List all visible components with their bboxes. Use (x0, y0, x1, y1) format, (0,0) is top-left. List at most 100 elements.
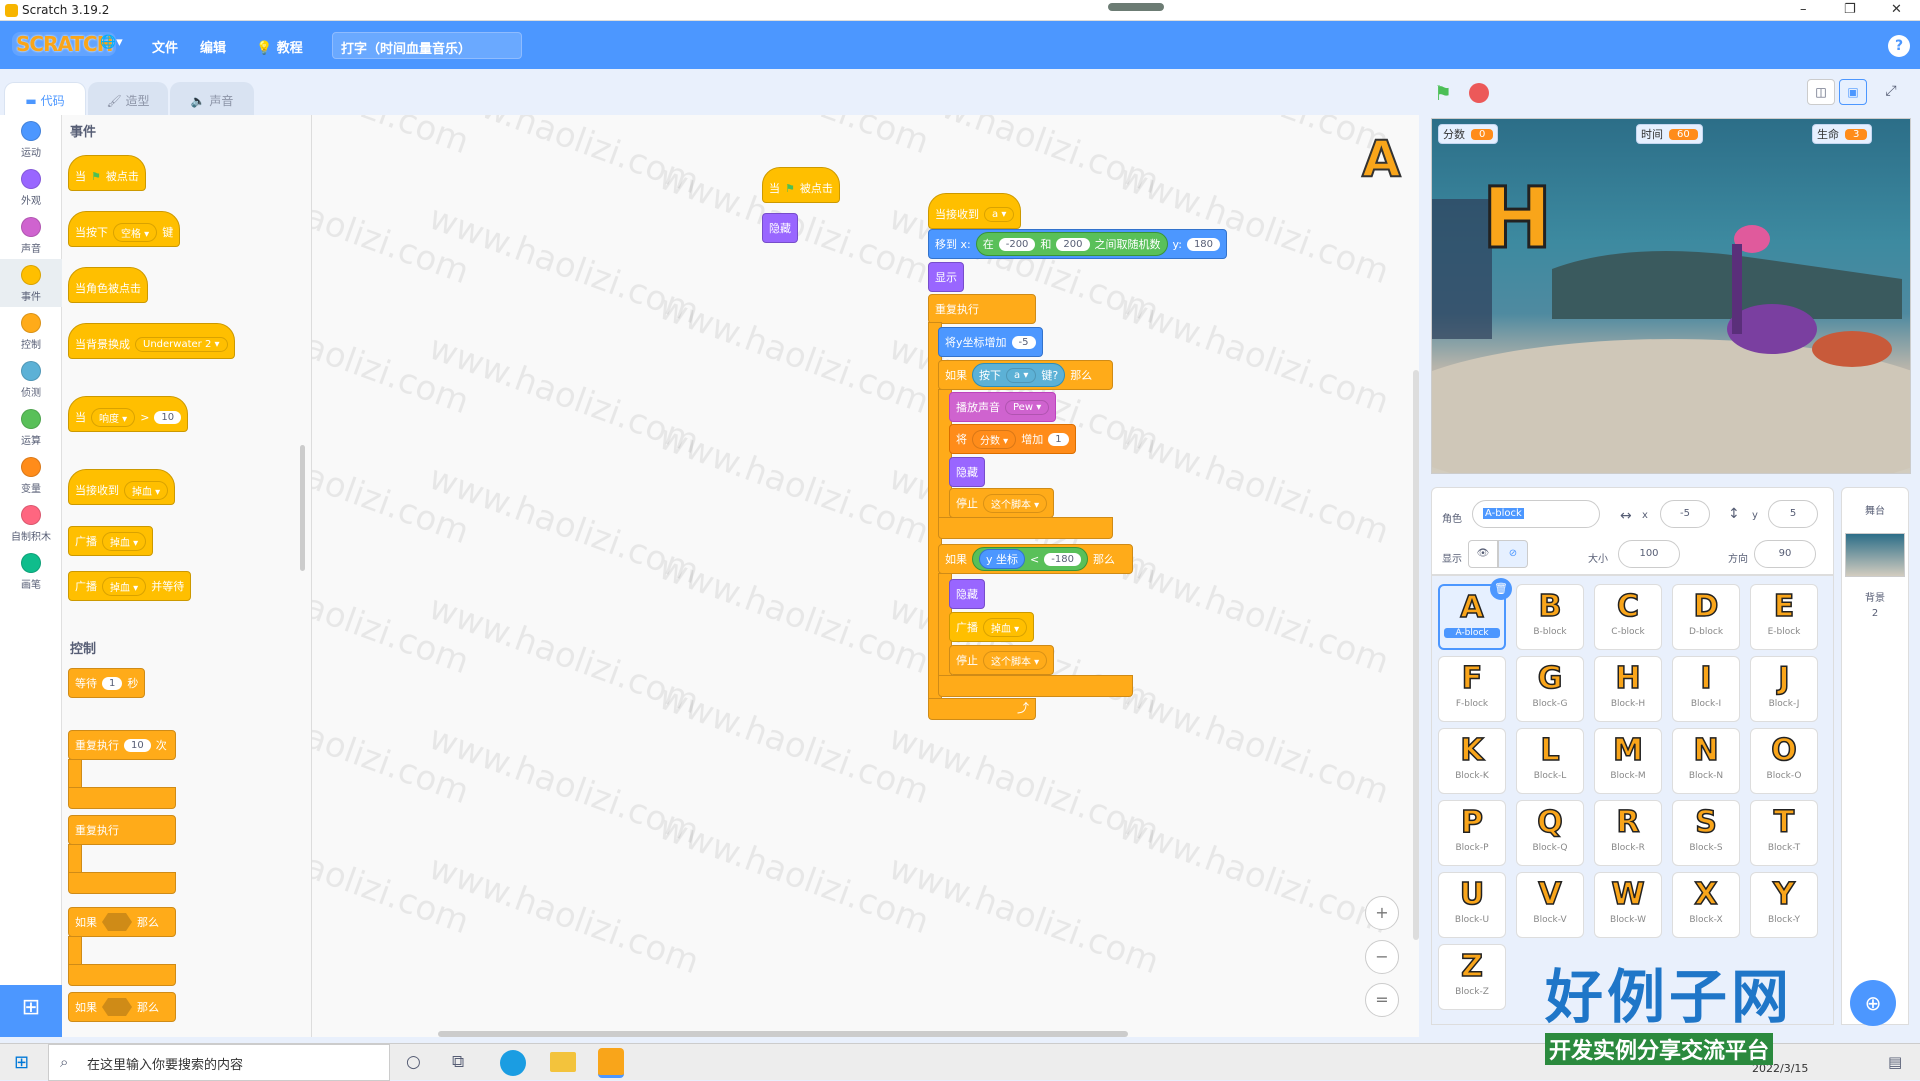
stage-canvas[interactable]: 分数 0 时间 60 生命 3 H (1431, 118, 1911, 474)
script-if-y-less[interactable]: 如果 y 坐标 < -180 那么 (938, 544, 1133, 574)
sprite-tile[interactable]: A A-block 🗑 (1438, 578, 1512, 650)
script-goto-xy[interactable]: 移到 x: 在 -200 和 200 之间取随机数 y: 180 (928, 229, 1228, 259)
sprite-tile[interactable]: R Block-R (1594, 800, 1662, 866)
category-10[interactable]: 画笔 (0, 547, 62, 595)
close-button[interactable]: ✕ (1891, 2, 1902, 17)
y-input[interactable]: 5 (1768, 500, 1818, 528)
sprite-tile[interactable]: Y Block-Y (1750, 872, 1818, 938)
sprite-tile[interactable]: N Block-N (1672, 728, 1740, 794)
block-palette[interactable]: 事件 当⚑被点击 当按下空格键 当角色被点击 当背景换成Underwater 2… (62, 115, 312, 1037)
y-position-reporter[interactable]: y 坐标 (979, 549, 1026, 569)
backdrop-thumbnail[interactable] (1845, 533, 1905, 577)
file-menu[interactable]: 文件 (152, 37, 178, 56)
eye-icon[interactable]: 👁 (1468, 540, 1498, 568)
sprite-tile[interactable]: B B-block (1516, 584, 1584, 650)
block-wait[interactable]: 等待 1 秒 (68, 668, 146, 698)
sprite-tile[interactable]: D D-block (1672, 584, 1740, 650)
script-hide-block-2[interactable]: 隐藏 (949, 457, 985, 487)
sprite-tile[interactable]: U Block-U (1438, 872, 1506, 938)
block-when-receive[interactable]: 当接收到 掉血 (68, 469, 176, 505)
script-stop-block-2[interactable]: 停止 这个脚本 (949, 645, 1055, 675)
task-view-icon[interactable]: ⧉ (452, 1052, 464, 1072)
sprite-tile[interactable]: Z Block-Z (1438, 944, 1506, 1010)
sprite-tile[interactable]: Q Block-Q (1516, 800, 1584, 866)
palette-scrollbar[interactable] (300, 445, 305, 571)
sprite-tile[interactable]: O Block-O (1750, 728, 1818, 794)
sprite-tile[interactable]: E E-block (1750, 584, 1818, 650)
stage-letter-sprite[interactable]: H (1480, 168, 1553, 269)
category-8[interactable]: 变量 (0, 451, 62, 499)
sprite-name-input[interactable]: A-block (1472, 500, 1600, 528)
cortana-icon[interactable]: ○ (406, 1052, 421, 1072)
language-menu[interactable]: 🌐▾ (100, 35, 123, 50)
variable-monitor[interactable]: 分数 0 (1438, 124, 1499, 144)
green-flag-button[interactable]: ⚑ (1434, 81, 1452, 105)
random-operator[interactable]: 在 -200 和 200 之间取随机数 (975, 232, 1168, 256)
scratch-taskbar-icon[interactable] (598, 1048, 624, 1078)
script-hide-block[interactable]: 隐藏 (762, 213, 798, 243)
x-input[interactable]: -5 (1660, 500, 1710, 528)
minimize-button[interactable]: – (1800, 2, 1807, 17)
script-broadcast-block[interactable]: 广播 掉血 (949, 612, 1035, 642)
sprite-tile[interactable]: J Block-J (1750, 656, 1818, 722)
sprite-tile[interactable]: S Block-S (1672, 800, 1740, 866)
large-stage-button[interactable]: ▣ (1839, 79, 1867, 105)
zoom-out-button[interactable]: − (1365, 940, 1399, 974)
stop-button[interactable] (1469, 83, 1489, 103)
key-pressed-sensor[interactable]: 按下a键? (972, 363, 1066, 387)
sprite-tile[interactable]: X Block-X (1672, 872, 1740, 938)
sprite-tile[interactable]: C C-block (1594, 584, 1662, 650)
direction-input[interactable]: 90 (1754, 540, 1816, 568)
variable-monitor[interactable]: 时间 60 (1636, 124, 1703, 144)
boolean-slot[interactable] (102, 913, 132, 931)
sprite-tile[interactable]: V Block-V (1516, 872, 1584, 938)
project-title-input[interactable]: 打字（时间血量音乐） (332, 32, 522, 59)
boolean-slot[interactable] (102, 998, 132, 1016)
less-than-operator[interactable]: y 坐标 < -180 (972, 547, 1088, 571)
block-when-key-pressed[interactable]: 当按下空格键 (68, 211, 181, 247)
zoom-in-button[interactable]: + (1365, 896, 1399, 930)
eye-slash-icon[interactable]: ⊘ (1498, 540, 1528, 568)
fullscreen-icon[interactable]: ⤢ (1877, 79, 1905, 105)
block-when-backdrop-switches[interactable]: 当背景换成 Underwater 2 (68, 323, 235, 359)
script-forever-block[interactable]: 重复执行 (928, 294, 1036, 324)
script-if-key-pressed[interactable]: 如果按下a键?那么 (938, 360, 1113, 390)
sprite-tile[interactable]: L Block-L (1516, 728, 1584, 794)
delete-sprite-icon[interactable]: 🗑 (1490, 578, 1512, 600)
help-icon[interactable]: ? (1888, 35, 1910, 57)
block-if-then[interactable]: 如果 那么 (68, 907, 176, 937)
sprite-tile[interactable]: F F-block (1438, 656, 1506, 722)
zoom-reset-button[interactable]: = (1365, 983, 1399, 1017)
add-sprite-button[interactable]: ⊕ (1850, 980, 1896, 1026)
block-repeat[interactable]: 重复执行 10 次 (68, 730, 176, 760)
sprite-tile[interactable]: G Block-G (1516, 656, 1584, 722)
category-7[interactable]: 运算 (0, 403, 62, 451)
maximize-button[interactable]: ❐ (1844, 2, 1856, 17)
script-show-block[interactable]: 显示 (928, 262, 964, 292)
small-stage-button[interactable]: ◫ (1807, 79, 1835, 105)
sprite-tile[interactable]: K Block-K (1438, 728, 1506, 794)
script-stop-block[interactable]: 停止 这个脚本 (949, 488, 1055, 518)
edge-browser-icon[interactable] (500, 1050, 526, 1076)
category-5[interactable]: 控制 (0, 307, 62, 355)
sprite-tile[interactable]: W Block-W (1594, 872, 1662, 938)
add-extension-button[interactable]: ⊞ (0, 985, 62, 1037)
script-when-flag-clicked[interactable]: 当 ⚑ 被点击 (762, 167, 840, 203)
script-change-variable[interactable]: 将分数增加1 (949, 424, 1076, 454)
edit-menu[interactable]: 编辑 (200, 37, 226, 56)
script-hide-block-3[interactable]: 隐藏 (949, 579, 985, 609)
tab-costumes[interactable]: 🖌 造型 (88, 82, 168, 116)
block-when-sprite-clicked[interactable]: 当角色被点击 (68, 267, 148, 303)
sprite-tile[interactable]: I Block-I (1672, 656, 1740, 722)
category-2[interactable]: 外观 (0, 163, 62, 211)
block-broadcast-and-wait[interactable]: 广播掉血并等待 (68, 571, 192, 601)
tab-code[interactable]: ▬ 代码 (4, 82, 86, 116)
script-change-y-block[interactable]: 将y坐标增加 -5 (938, 327, 1043, 357)
workspace-vertical-scrollbar[interactable] (1413, 370, 1419, 940)
script-when-receive[interactable]: 当接收到 a (928, 193, 1022, 229)
block-forever[interactable]: 重复执行 (68, 815, 176, 845)
category-4[interactable]: 事件 (0, 259, 62, 307)
block-broadcast[interactable]: 广播 掉血 (68, 526, 154, 556)
sprite-tile[interactable]: M Block-M (1594, 728, 1662, 794)
size-input[interactable]: 100 (1618, 540, 1680, 568)
